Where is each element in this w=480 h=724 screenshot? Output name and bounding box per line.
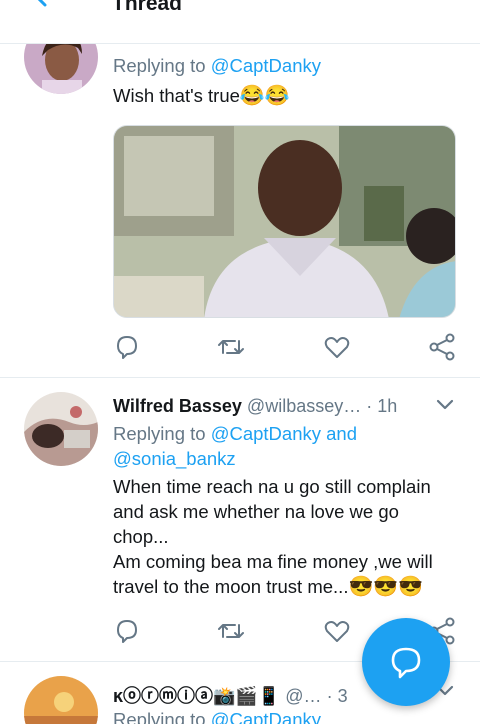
tweet-header: ĸⓞⓡⓜⓘⓐ📸🎬📱 @… · 3 (113, 686, 348, 706)
back-arrow-icon[interactable] (30, 0, 62, 22)
chevron-down-icon[interactable] (436, 399, 454, 411)
page-title: Thread (112, 0, 183, 15)
replying-to: Replying to @CaptDanky (113, 707, 321, 724)
laughing-emoji: 😂😂 (239, 85, 290, 107)
display-name[interactable]: ĸⓞⓡⓜⓘⓐ📸🎬📱 (113, 686, 280, 706)
timestamp: 3 (337, 686, 348, 706)
top-app-bar: Thread (0, 0, 480, 44)
user-handle[interactable]: @… (285, 686, 321, 706)
tweet-actions (113, 333, 458, 363)
timestamp: 1h (377, 396, 398, 416)
mention-link[interactable]: @sonia_bankz (113, 448, 236, 469)
like-icon[interactable] (323, 617, 351, 645)
tweet-text: Wish that's true😂😂 (113, 85, 290, 107)
replying-to: Replying to @CaptDanky and @sonia_bankz (113, 423, 358, 469)
tweet-header: Wilfred Bassey @wilbassey… · 1h (113, 396, 398, 416)
tweet-image[interactable] (113, 125, 456, 318)
tweet-text: When time reach na u go still complain a… (113, 476, 433, 598)
like-icon[interactable] (323, 333, 351, 361)
sunglasses-emoji: 😎😎😎 (348, 576, 424, 598)
mention-link[interactable]: @CaptDanky and (211, 423, 357, 444)
retweet-icon[interactable] (217, 333, 245, 361)
avatar[interactable] (24, 676, 98, 724)
mention-link[interactable]: @CaptDanky (211, 55, 321, 76)
tweet[interactable]: Replying to @CaptDanky Wish that's true😂… (0, 0, 480, 378)
display-name[interactable]: Wilfred Bassey (113, 396, 242, 416)
avatar[interactable] (24, 392, 98, 466)
mention-link[interactable]: @CaptDanky (211, 709, 321, 724)
user-handle[interactable]: @wilbassey… (247, 396, 361, 416)
share-icon[interactable] (428, 333, 456, 361)
reply-icon[interactable] (113, 333, 141, 361)
retweet-icon[interactable] (217, 617, 245, 645)
compose-reply-button[interactable] (362, 618, 450, 706)
reply-icon[interactable] (113, 617, 141, 645)
compose-reply-icon (391, 647, 421, 679)
replying-to: Replying to @CaptDanky (113, 55, 321, 76)
